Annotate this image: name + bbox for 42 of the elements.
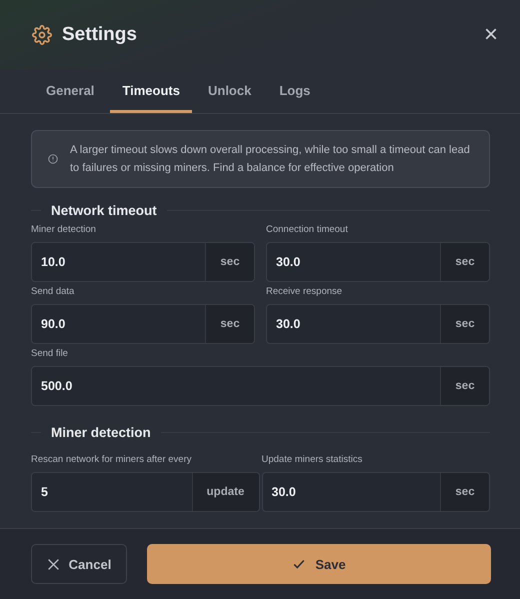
tab[interactable]: Timeouts — [110, 70, 192, 113]
field-label: Miner detection — [31, 224, 97, 237]
unit-label: sec — [440, 243, 489, 281]
cancel-button[interactable]: Cancel — [31, 544, 127, 584]
tab[interactable]: General — [34, 70, 106, 113]
input-field[interactable]: 30.0 — [262, 473, 440, 511]
unit-label: sec — [440, 305, 489, 343]
unit-label: update — [192, 473, 258, 511]
section-title: Network timeout — [51, 203, 157, 218]
number-field[interactable]: 30.0 sec — [266, 304, 490, 344]
close-button[interactable]: × — [484, 21, 498, 49]
number-field[interactable]: 90.0 sec — [31, 304, 255, 344]
number-field[interactable]: 5 update — [31, 472, 260, 512]
info-text: A larger timeout slows down overall processing, while too small a timeout can lead to failures or missing miners. Find a balance for effective operation — [70, 143, 471, 176]
input-field[interactable]: 500.0 — [32, 367, 440, 405]
window-title: Settings — [62, 24, 138, 46]
field-label: Rescan network for miners after every — [31, 454, 193, 467]
input-field[interactable]: 10.0 — [32, 243, 205, 281]
tab[interactable]: Unlock — [196, 70, 264, 113]
field-label: Connection timeout — [266, 224, 349, 237]
tab[interactable]: Logs — [267, 70, 322, 113]
section-title: Miner detection — [51, 425, 151, 440]
field-label: Receive response — [266, 286, 344, 299]
unit-label: sec — [440, 367, 489, 405]
input-field[interactable]: 30.0 — [267, 243, 440, 281]
input-field[interactable]: 90.0 — [32, 305, 205, 343]
unit-label: sec — [205, 243, 254, 281]
close-icon — [46, 558, 60, 570]
number-field[interactable]: 10.0 sec — [31, 242, 255, 282]
input-field[interactable]: 5 — [32, 473, 192, 511]
save-button[interactable]: Save — [147, 544, 491, 584]
input-field[interactable]: 30.0 — [267, 305, 440, 343]
number-field[interactable]: 30.0 sec — [266, 242, 490, 282]
field-label: Send file — [31, 348, 69, 361]
unit-label: sec — [205, 305, 254, 343]
settings-icon — [32, 25, 52, 45]
number-field[interactable]: 30.0 sec — [262, 472, 490, 512]
number-field[interactable]: 500.0 sec — [31, 366, 490, 406]
unit-label: sec — [440, 473, 489, 511]
check-icon — [292, 557, 306, 571]
field-label: Update miners statistics — [262, 454, 364, 467]
field-label: Send data — [31, 286, 76, 299]
